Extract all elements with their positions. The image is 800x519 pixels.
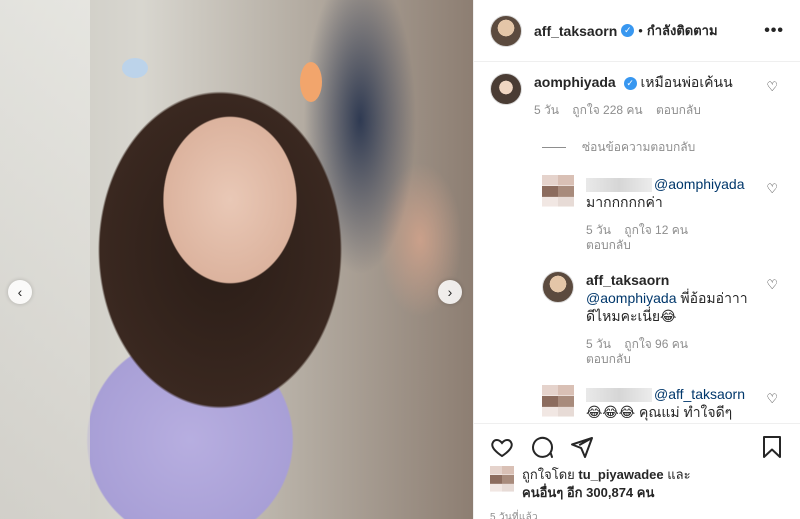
- reply-age[interactable]: 5 วัน: [586, 223, 611, 237]
- share-send-icon[interactable]: [570, 435, 594, 459]
- reply-item: aff_taksaorn @aomphiyada พี่อ้อมอ่าาาดีไ…: [542, 271, 784, 367]
- reply-button[interactable]: ตอบกลับ: [656, 103, 701, 117]
- likes-suffix: และ: [667, 467, 691, 482]
- hair-clip-orange: [300, 62, 322, 102]
- comment-age[interactable]: 5 วัน: [534, 103, 559, 117]
- commenter-avatar[interactable]: [490, 73, 522, 105]
- post-photo: ‹ ›: [0, 0, 473, 519]
- others-likes-link[interactable]: คนอื่นๆ อีก 300,874 คน: [522, 485, 654, 500]
- previous-arrow-icon[interactable]: ‹: [8, 280, 32, 304]
- comment-likes[interactable]: ถูกใจ 228 คน: [572, 103, 642, 117]
- toggle-line: [542, 147, 566, 148]
- verified-badge-icon: ✓: [623, 76, 637, 90]
- reply-author-avatar[interactable]: [542, 271, 574, 303]
- author-username[interactable]: aff_taksaorn: [534, 23, 617, 39]
- post-header: aff_taksaorn ✓ • กำลังติดตาม •••: [474, 0, 800, 62]
- reply-item: @aomphiyada มากกกกกค่า 5 วัน ถูกใจ 12 คน…: [542, 175, 784, 253]
- separator-dot: •: [638, 23, 643, 38]
- author-avatar[interactable]: [490, 14, 522, 47]
- post-sidebar: aff_taksaorn ✓ • กำลังติดตาม ••• aomphiy…: [473, 0, 800, 519]
- commenter-username[interactable]: aomphiyada: [534, 74, 616, 90]
- post-actions-bar: [474, 423, 800, 469]
- comments-list: aomphiyada ✓ เหมือนพ่อเค้นน 5 วัน ถูกใจ …: [474, 63, 800, 423]
- reply-mention[interactable]: @aff_taksaorn: [654, 386, 745, 402]
- reply-mention[interactable]: @aomphiyada: [586, 290, 677, 306]
- comment-bubble-icon[interactable]: [530, 435, 554, 459]
- reply-item: @aff_taksaorn 😂😂😂 คุณแม่ ทำใจดีๆ ♡: [542, 385, 784, 421]
- blurred-avatar[interactable]: [542, 385, 574, 417]
- comment: aomphiyada ✓ เหมือนพ่อเค้นน 5 วัน ถูกใจ …: [490, 73, 784, 118]
- likes-prefix: ถูกใจโดย: [522, 467, 575, 482]
- blurred-username: [586, 178, 652, 193]
- hair-clip-blue: [122, 58, 148, 78]
- hide-replies-label[interactable]: ซ่อนข้อความตอบกลับ: [582, 138, 695, 157]
- like-reply-heart-icon[interactable]: ♡: [766, 391, 778, 407]
- like-comment-heart-icon[interactable]: ♡: [766, 79, 778, 95]
- verified-badge-icon: ✓: [621, 24, 635, 37]
- reply-mention[interactable]: @aomphiyada: [654, 176, 745, 192]
- following-button[interactable]: กำลังติดตาม: [647, 20, 718, 41]
- reply-text: มากกกกกค่า: [586, 194, 663, 210]
- more-options-icon[interactable]: •••: [764, 22, 784, 40]
- blurred-username: [586, 388, 652, 403]
- likes-summary: ถูกใจโดย tu_piyawadee และ คนอื่นๆ อีก 30…: [490, 466, 784, 502]
- liker-username[interactable]: tu_piyawadee: [578, 467, 663, 482]
- photo-background: [0, 0, 90, 519]
- hide-replies-toggle[interactable]: ซ่อนข้อความตอบกลับ: [542, 138, 784, 157]
- comment-text: เหมือนพ่อเค้นน: [640, 74, 733, 90]
- like-heart-icon[interactable]: [490, 435, 514, 459]
- reply-username[interactable]: aff_taksaorn: [586, 272, 669, 288]
- reply-button[interactable]: ตอบกลับ: [586, 352, 631, 366]
- reply-likes[interactable]: ถูกใจ 12 คน: [624, 223, 688, 237]
- like-reply-heart-icon[interactable]: ♡: [766, 277, 778, 293]
- bookmark-icon[interactable]: [760, 435, 784, 459]
- reply-text: 😂😂😂 คุณแม่ ทำใจดีๆ: [586, 404, 733, 420]
- reply-likes[interactable]: ถูกใจ 96 คน: [624, 337, 688, 351]
- reply-button[interactable]: ตอบกลับ: [586, 238, 631, 252]
- post-timestamp[interactable]: 5 วันที่แล้ว: [490, 510, 538, 519]
- like-reply-heart-icon[interactable]: ♡: [766, 181, 778, 197]
- blurred-avatar[interactable]: [542, 175, 574, 207]
- next-arrow-icon[interactable]: ›: [438, 280, 462, 304]
- reply-age[interactable]: 5 วัน: [586, 337, 611, 351]
- liker-avatar[interactable]: [490, 466, 514, 492]
